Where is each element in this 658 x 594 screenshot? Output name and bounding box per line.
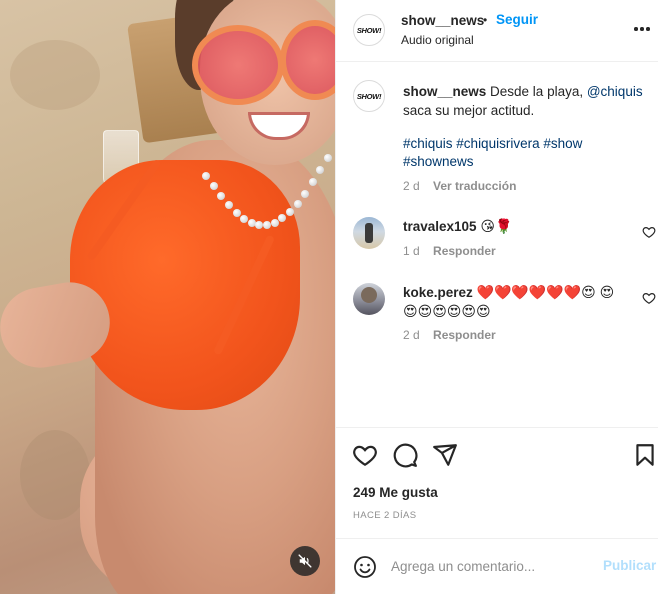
send-icon[interactable] — [432, 442, 458, 468]
post-media-video[interactable] — [0, 0, 335, 594]
pearl — [316, 166, 325, 175]
caption-avatar[interactable]: SHOW! — [353, 80, 385, 112]
pearl — [232, 208, 241, 217]
muted-audio-icon — [298, 554, 312, 568]
comment-composer: Publicar — [336, 538, 658, 594]
comment-body: 😘🌹 — [480, 218, 513, 234]
mute-button[interactable] — [290, 546, 320, 576]
pearl-necklace — [198, 154, 333, 248]
pearl — [324, 154, 332, 162]
caption-body: Desde la playa, — [486, 84, 587, 99]
heart-icon[interactable] — [352, 442, 378, 468]
comment-like-icon[interactable] — [642, 291, 656, 305]
more-options-icon[interactable] — [632, 24, 652, 36]
comments-section: SHOW! show__news Desde la playa, @chiqui… — [336, 63, 658, 425]
pearl — [202, 172, 210, 180]
caption-username[interactable]: show__news — [403, 84, 486, 99]
publish-button[interactable]: Publicar — [603, 558, 656, 573]
comment-input[interactable] — [391, 555, 591, 577]
bookmark-icon[interactable] — [632, 442, 658, 468]
pearl — [240, 214, 249, 223]
pearl — [209, 182, 218, 191]
show-logo: SHOW! — [356, 91, 382, 101]
commenter-avatar[interactable] — [353, 217, 385, 249]
likes-count[interactable]: 249 Me gusta — [353, 485, 438, 500]
follow-button[interactable]: Seguir — [496, 12, 538, 27]
comment-meta: 2 d Responder — [403, 328, 496, 342]
pearl — [263, 221, 271, 229]
pearl — [270, 218, 279, 227]
caption-mention[interactable]: @chiquis — [587, 84, 643, 99]
pearl — [293, 199, 302, 208]
audio-label[interactable]: Audio original — [401, 33, 474, 47]
comment-time[interactable]: 2 d — [403, 328, 420, 342]
caption-time[interactable]: 2 d — [403, 179, 420, 193]
caption-text: show__news Desde la playa, @chiquis saca… — [403, 82, 643, 120]
hashtag-link[interactable]: #shownews — [403, 154, 474, 169]
show-logo: SHOW! — [356, 25, 382, 35]
caption-body-rest: saca su mejor actitud. — [403, 103, 535, 118]
author-username[interactable]: show__news — [401, 13, 484, 28]
pearl — [308, 178, 317, 187]
commenter-username[interactable]: travalex105 — [403, 219, 477, 234]
hashtag-link[interactable]: #show — [543, 136, 582, 151]
reply-button[interactable]: Responder — [433, 244, 496, 258]
pearl — [278, 214, 287, 223]
separator-dot: • — [483, 13, 488, 27]
comment-like-icon[interactable] — [642, 225, 656, 239]
comment-text: koke.perez ❤️❤️❤️❤️❤️❤️😍 😍😍😍😍😍😍😍 — [403, 283, 628, 321]
pearl — [217, 191, 226, 200]
hashtag-link[interactable]: #chiquis — [403, 136, 453, 151]
hashtag-link[interactable]: #chiquisrivera — [456, 136, 539, 151]
post-header: SHOW! show__news • Seguir Audio original — [336, 0, 658, 62]
pearl — [301, 189, 310, 198]
author-avatar[interactable]: SHOW! — [353, 14, 385, 46]
reply-button[interactable]: Responder — [433, 328, 496, 342]
comment-text: travalex105 😘🌹 — [403, 217, 628, 236]
post-details-panel: SHOW! show__news • Seguir Audio original… — [335, 0, 658, 594]
sunglasses-lens-left — [192, 25, 284, 105]
post-timestamp[interactable]: HACE 2 DÍAS — [353, 510, 417, 521]
hashtag-list: #chiquis #chiquisrivera #show #shownews — [403, 135, 643, 171]
caption-meta: 2 d Ver traducción — [403, 179, 516, 193]
post-actions: 249 Me gusta HACE 2 DÍAS — [336, 427, 658, 537]
emoji-icon[interactable] — [353, 555, 377, 579]
commenter-username[interactable]: koke.perez — [403, 285, 473, 300]
translate-button[interactable]: Ver traducción — [433, 179, 516, 193]
comment-icon[interactable] — [392, 442, 418, 468]
sand-texture — [10, 40, 100, 110]
pearl — [285, 207, 294, 216]
pearl — [224, 200, 233, 209]
commenter-avatar[interactable] — [353, 283, 385, 315]
comment-time[interactable]: 1 d — [403, 244, 420, 258]
comment-meta: 1 d Responder — [403, 244, 496, 258]
